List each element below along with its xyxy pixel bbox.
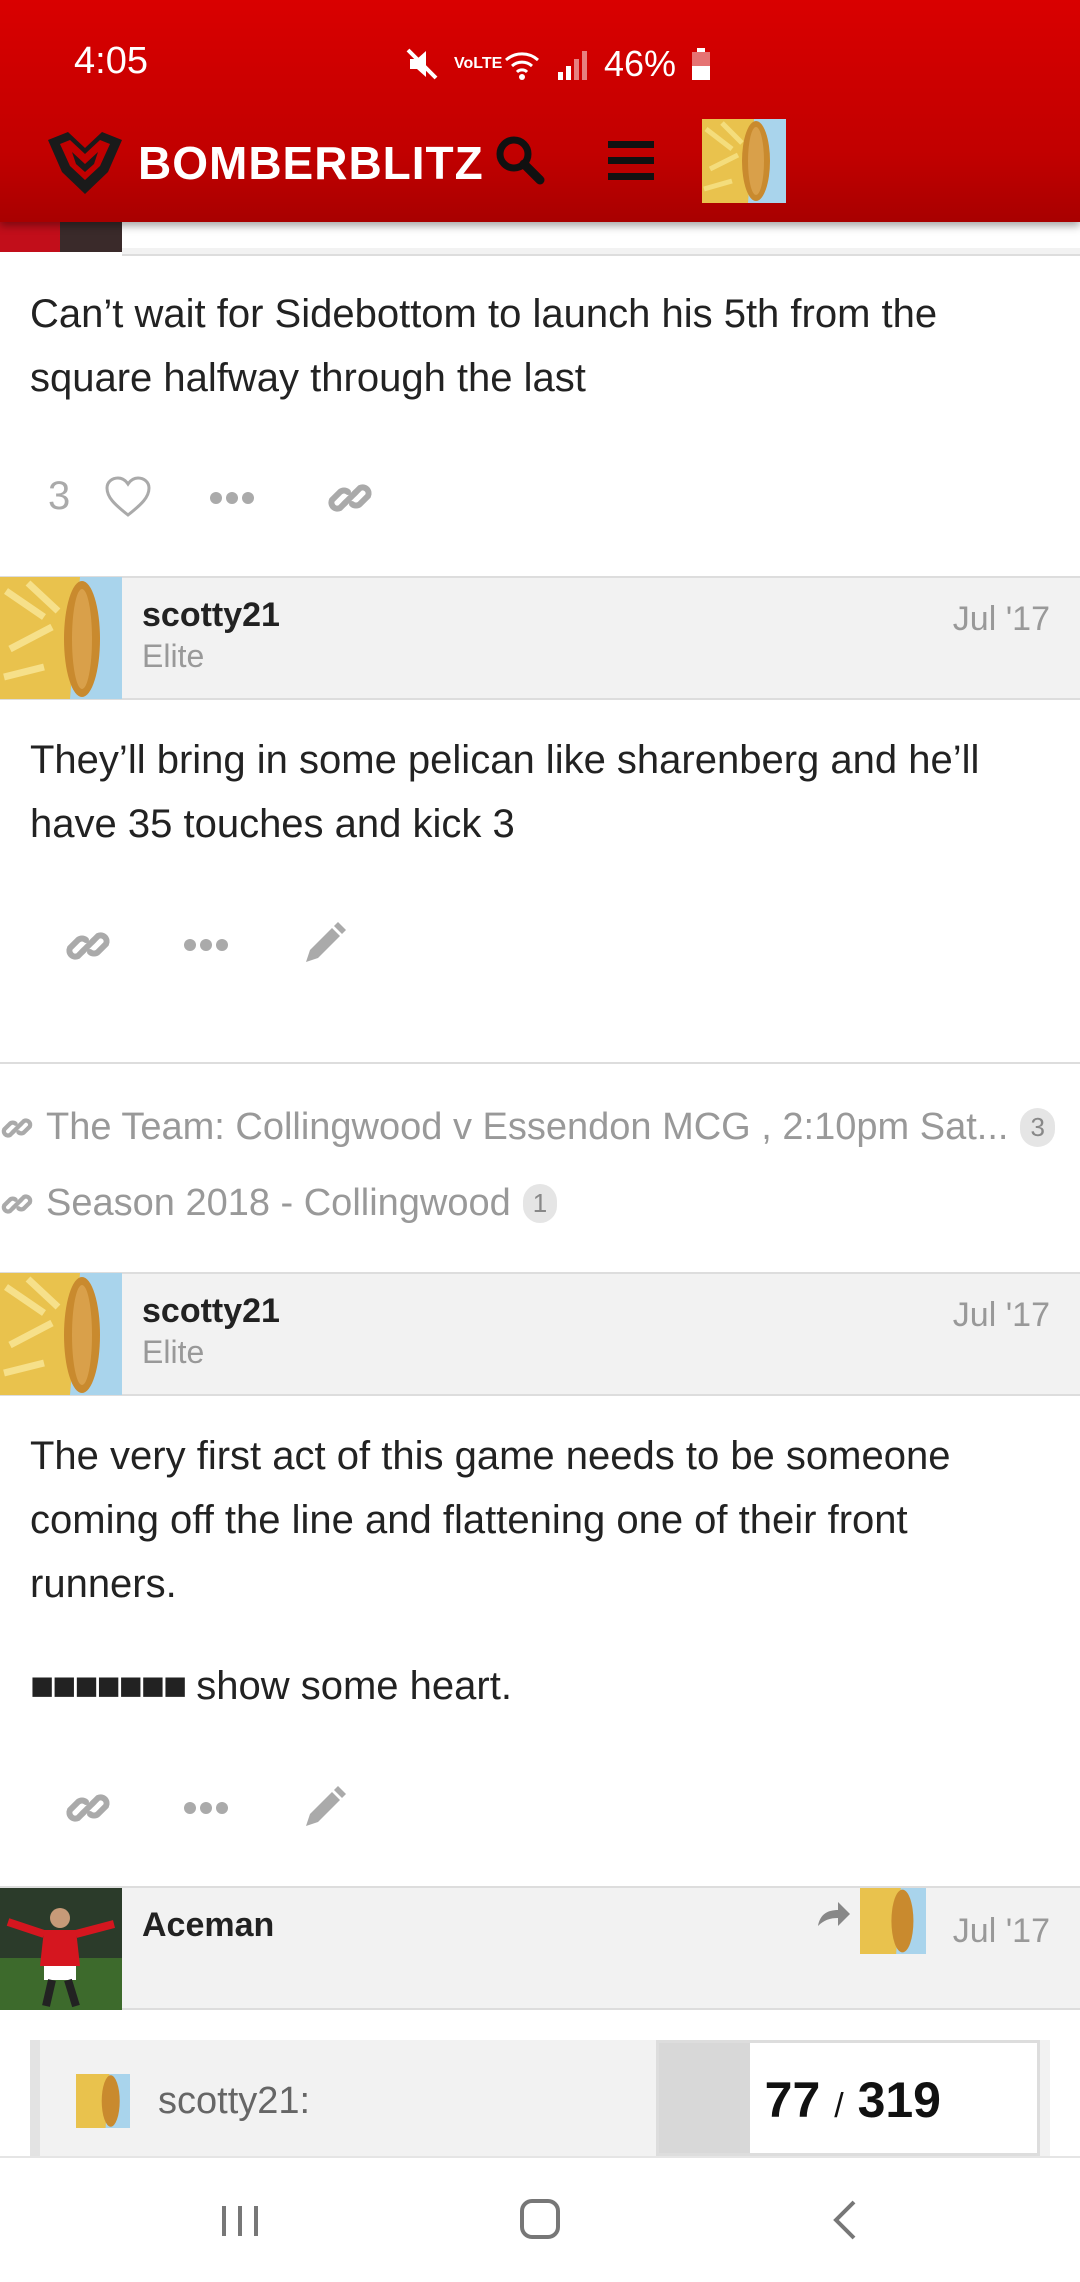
like-count: 3 — [48, 474, 71, 518]
linked-topic-title: The Team: Collingwood v Essendon MCG , 2… — [46, 1106, 1009, 1148]
fish-and-chips-avatar-icon — [0, 577, 122, 699]
link-icon — [1, 1193, 33, 1214]
post-avatar[interactable] — [0, 1273, 122, 1395]
system-navigation-bar — [0, 2156, 1080, 2282]
reply-arrow-icon — [818, 1902, 850, 1926]
status-time: 4:05 — [74, 40, 148, 82]
post-date[interactable]: Jul '17 — [953, 1912, 1050, 1951]
hamburger-icon — [608, 141, 654, 180]
battery-icon — [692, 48, 711, 80]
search-icon — [496, 136, 545, 185]
username[interactable]: Aceman — [142, 1906, 274, 1945]
more-button[interactable] — [208, 488, 256, 508]
pencil-icon — [306, 1786, 346, 1826]
quote-username[interactable]: scotty21: — [158, 2080, 310, 2123]
back-chevron-icon — [833, 2200, 856, 2240]
progress-separator: / — [834, 2087, 844, 2125]
edit-button[interactable] — [300, 1784, 348, 1832]
divider — [0, 1062, 1080, 1064]
status-icons: VoLTE 46% — [404, 40, 712, 88]
share-link-button[interactable] — [64, 1784, 112, 1832]
link-icon — [1, 1117, 33, 1138]
linked-topic-title: Season 2018 - Collingwood — [46, 1182, 511, 1224]
reply-to-indicator[interactable] — [816, 1888, 928, 1954]
menu-button[interactable] — [608, 140, 654, 180]
share-link-button[interactable] — [64, 922, 112, 970]
link-click-count: 3 — [1020, 1108, 1055, 1147]
brand-logo[interactable]: BOMBERBLITZ — [46, 130, 484, 196]
post-body-line-2: ■■■■■■■ show some heart. — [30, 1654, 1040, 1718]
brand-name: BOMBERBLITZ — [138, 137, 484, 189]
post-1-header-bottom-border — [122, 248, 1080, 256]
link-icon — [66, 932, 110, 960]
home-button[interactable] — [510, 2192, 570, 2248]
bomber-logo-icon — [48, 132, 122, 194]
volte-icon: VoLTE — [454, 55, 503, 72]
search-button[interactable] — [494, 134, 546, 186]
user-title: Elite — [142, 638, 205, 674]
progress-total: 319 — [857, 2072, 941, 2128]
post-1-avatar-fragment — [0, 222, 122, 252]
post-body: They’ll bring in some pelican like share… — [30, 738, 980, 846]
quote-avatar — [76, 2074, 130, 2128]
post-body: Can’t wait for Sidebottom to launch his … — [30, 292, 938, 400]
back-button[interactable] — [816, 2192, 876, 2248]
post-date[interactable]: Jul '17 — [953, 600, 1050, 639]
app-header: 4:05 VoLTE 46% BOMBERBLITZ — [0, 0, 1080, 222]
post-date[interactable]: Jul '17 — [953, 1296, 1050, 1335]
more-dots-icon — [210, 492, 254, 504]
post-avatar[interactable] — [0, 577, 122, 699]
more-button[interactable] — [182, 935, 230, 955]
share-link-button[interactable] — [326, 474, 374, 522]
username[interactable]: scotty21 — [142, 1292, 280, 1331]
footballer-avatar-icon — [0, 1888, 122, 2010]
wifi-icon — [505, 52, 539, 80]
fish-and-chips-avatar-icon — [702, 119, 786, 203]
post-body: The very first act of this game needs to… — [30, 1434, 951, 1606]
heart-icon — [105, 476, 151, 517]
link-click-count: 1 — [522, 1184, 558, 1223]
mute-icon — [406, 48, 438, 80]
masked-text: ■■■■■■■ — [30, 1664, 187, 1708]
battery-percent: 46% — [604, 43, 677, 84]
more-button[interactable] — [182, 1798, 230, 1818]
like-button[interactable] — [104, 476, 154, 520]
linked-topic[interactable]: Season 2018 - Collingwood 1 — [0, 1182, 558, 1225]
edit-button[interactable] — [300, 920, 348, 968]
signal-icon — [558, 51, 587, 80]
username[interactable]: scotty21 — [142, 596, 280, 635]
fish-and-chips-avatar-icon — [76, 2074, 130, 2128]
topic-progress-label: 77 / 319 — [765, 2071, 941, 2129]
user-avatar[interactable] — [702, 119, 786, 203]
user-title: Elite — [142, 1334, 205, 1370]
linked-topic[interactable]: The Team: Collingwood v Essendon MCG , 2… — [0, 1106, 1080, 1149]
topic-progress-fill — [659, 2043, 750, 2153]
reply-to-avatar — [860, 1888, 926, 1954]
pencil-icon — [306, 922, 346, 962]
fish-and-chips-avatar-icon — [0, 1273, 122, 1395]
recent-apps-button[interactable] — [210, 2192, 270, 2248]
post-avatar[interactable] — [0, 1888, 122, 2010]
link-icon — [328, 484, 372, 512]
topic-progress[interactable]: 77 / 319 — [656, 2040, 1040, 2156]
link-icon — [66, 1794, 110, 1822]
more-dots-icon — [184, 1802, 228, 1814]
post-body-text: show some heart. — [196, 1664, 512, 1708]
fish-and-chips-avatar-icon — [860, 1888, 926, 1954]
home-icon — [520, 2199, 560, 2239]
progress-current: 77 — [764, 2072, 821, 2128]
more-dots-icon — [184, 939, 228, 951]
recent-apps-icon — [222, 2206, 258, 2236]
